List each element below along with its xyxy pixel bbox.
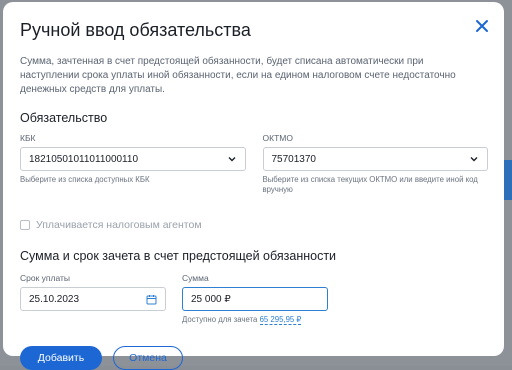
calendar-icon[interactable]: [146, 294, 157, 305]
background-page-fragment: [504, 160, 512, 200]
kbk-select[interactable]: 18210501011011000110: [20, 147, 246, 171]
available-amount-label: Доступно для зачета: [182, 315, 258, 324]
close-icon: [476, 20, 488, 32]
close-button[interactable]: [474, 18, 490, 34]
chevron-down-icon: [469, 154, 479, 164]
payment-date-label: Срок уплаты: [20, 273, 71, 283]
offset-section-title: Сумма и срок зачета в счет предстоящей о…: [20, 249, 337, 263]
tax-agent-checkbox-row[interactable]: Уплачивается налоговым агентом: [20, 219, 488, 231]
offset-fields-row: Срок уплаты 25.10.2023 Сумма 25 000 ₽ До…: [20, 273, 488, 325]
manual-obligation-dialog: Ручной ввод обязательства Сумма, зачтенн…: [3, 2, 504, 370]
payment-date-field: Срок уплаты 25.10.2023: [20, 273, 166, 324]
obligation-fields-row: КБК 18210501011011000110 Выберите из спи…: [20, 133, 488, 195]
kbk-label: КБК: [20, 133, 36, 143]
oktmo-field: ОКТМО 75701370 Выберите из списка текущи…: [262, 133, 488, 195]
oktmo-hint: Выберите из списка текущих ОКТМО или вве…: [262, 175, 478, 194]
tax-agent-checkbox-label[interactable]: Уплачивается налоговым агентом: [36, 219, 202, 231]
oktmo-select[interactable]: 75701370: [262, 147, 488, 171]
available-amount-info: Доступно для зачета 65 295,95 ₽: [182, 315, 328, 325]
add-button[interactable]: Добавить: [20, 346, 102, 370]
oktmo-value: 75701370: [271, 153, 317, 165]
kbk-field: КБК 18210501011011000110 Выберите из спи…: [20, 133, 246, 195]
amount-field: Сумма 25 000 ₽ Доступно для зачета 65 29…: [182, 273, 328, 325]
dialog-description: Сумма, зачтенная в счет предстоящей обяз…: [20, 56, 456, 95]
payment-date-value: 25.10.2023: [29, 293, 80, 305]
oktmo-label: ОКТМО: [262, 133, 293, 143]
amount-value: 25 000 ₽: [191, 293, 231, 305]
kbk-hint: Выберите из списка доступных КБК: [20, 175, 150, 184]
payment-date-input[interactable]: 25.10.2023: [20, 287, 166, 311]
cancel-button[interactable]: Отмена: [113, 346, 183, 370]
dialog-actions: Добавить Отмена: [20, 346, 488, 370]
kbk-value: 18210501011011000110: [29, 153, 139, 165]
chevron-down-icon: [227, 154, 237, 164]
tax-agent-checkbox[interactable]: [20, 220, 30, 230]
available-amount-link[interactable]: 65 295,95 ₽: [259, 315, 302, 325]
amount-input[interactable]: 25 000 ₽: [182, 287, 328, 311]
dialog-title: Ручной ввод обязательства: [20, 20, 251, 40]
amount-label: Сумма: [182, 273, 209, 283]
obligation-section-title: Обязательство: [20, 111, 108, 125]
